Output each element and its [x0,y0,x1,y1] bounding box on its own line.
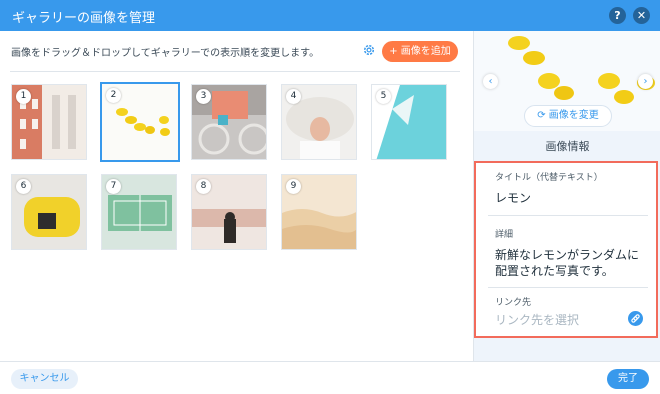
thumb-number: 8 [196,179,211,194]
description-field-label: 詳細 [495,230,514,240]
refresh-icon: ⟳ [537,110,546,121]
divider [488,215,648,216]
prev-image-button[interactable]: ‹ [483,74,498,89]
gallery-thumb[interactable]: 1 [11,84,87,160]
thumb-number: 9 [286,179,301,194]
link-field[interactable]: リンク先を選択 [495,312,579,328]
next-image-button[interactable]: › [638,74,653,89]
gear-icon[interactable] [362,43,376,57]
thumb-number: 6 [16,179,31,194]
gallery-thumb[interactable]: 4 [281,84,357,160]
divider [10,71,460,72]
thumb-number: 7 [106,179,121,194]
gallery-thumb[interactable]: 9 [281,174,357,250]
description-field-line2[interactable]: 配置された写真です。 [495,263,614,279]
thumb-number: 1 [16,89,31,104]
dialog-footer: キャンセル 完了 [0,361,660,394]
help-button[interactable]: ? [609,7,626,24]
title-field-label: タイトル（代替テキスト） [495,173,603,183]
image-preview: ‹ › ⟳ 画像を変更 [474,31,660,131]
thumb-number: 2 [106,88,121,103]
gallery-thumb[interactable]: 8 [191,174,267,250]
change-image-label: 画像を変更 [548,110,599,121]
dialog-header: ギャラリーの画像を管理 ? ✕ [0,0,660,31]
cancel-button[interactable]: キャンセル [11,369,78,389]
done-button[interactable]: 完了 [607,369,649,389]
thumb-number: 4 [286,89,301,104]
title-field[interactable]: レモン [495,190,531,206]
dialog-title: ギャラリーの画像を管理 [12,11,156,26]
gallery-thumb-selected[interactable]: 2 [100,82,180,162]
instructions-text: 画像をドラッグ＆ドロップしてギャラリーでの表示順を変更します。 [11,48,320,59]
link-icon[interactable] [628,311,643,326]
gallery-thumb[interactable]: 7 [101,174,177,250]
thumb-number: 5 [376,89,391,104]
gallery-thumb[interactable]: 3 [191,84,267,160]
add-image-button[interactable]: + 画像を追加 [382,41,458,62]
gallery-thumb[interactable]: 5 [371,84,447,160]
link-field-label: リンク先 [495,298,532,308]
change-image-button[interactable]: ⟳ 画像を変更 [524,105,612,127]
gallery-area: 画像をドラッグ＆ドロップしてギャラリーでの表示順を変更します。 + 画像を追加 … [0,31,472,361]
close-button[interactable]: ✕ [633,7,650,24]
divider [488,287,648,288]
image-info-header: 画像情報 [545,140,590,153]
description-field-line1[interactable]: 新鮮なレモンがランダムに [495,247,639,263]
image-info-panel: タイトル（代替テキスト） レモン 詳細 新鮮なレモンがランダムに 配置された写真… [474,161,658,338]
gallery-thumb[interactable]: 6 [11,174,87,250]
thumb-number: 3 [196,89,211,104]
